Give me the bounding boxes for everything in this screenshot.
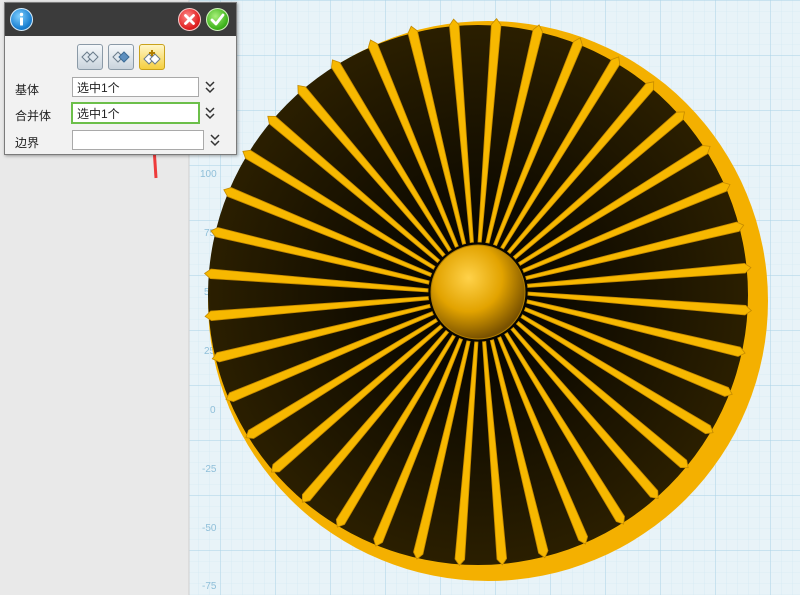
base-input[interactable] (72, 77, 199, 97)
base-label: 基体 (15, 83, 40, 97)
property-panel: 基体 合并体 边界 (4, 2, 237, 155)
checkmark-icon[interactable] (206, 8, 229, 31)
subtract-mode-icon (81, 51, 99, 63)
ruler-label: -25 (202, 464, 217, 475)
subtract-mode-button[interactable] (77, 44, 103, 70)
base-field-row: 基体 (5, 77, 236, 99)
chevron-down-icon[interactable] (204, 105, 216, 121)
fan-hub (430, 244, 526, 340)
merge-field-row: 合并体 (5, 102, 236, 125)
union-mode-icon (143, 50, 161, 65)
boundary-label: 边界 (15, 136, 40, 150)
ruler-label: -50 (202, 523, 217, 534)
boundary-field-row: 边界 (5, 130, 236, 152)
intersect-mode-icon (112, 51, 130, 63)
union-mode-button[interactable] (139, 44, 165, 70)
close-icon[interactable] (178, 8, 201, 31)
intersect-mode-button[interactable] (108, 44, 134, 70)
panel-titlebar (5, 3, 236, 36)
merge-input[interactable] (71, 102, 200, 124)
ruler-label: 100 (200, 169, 217, 180)
ruler-label: 0 (210, 405, 216, 416)
info-icon[interactable] (10, 8, 33, 31)
chevron-down-icon[interactable] (209, 132, 221, 148)
turbine-fan-model[interactable] (203, 17, 768, 581)
merge-label: 合并体 (15, 109, 52, 123)
ruler-label: -75 (202, 581, 217, 592)
chevron-down-icon[interactable] (204, 79, 216, 95)
boundary-input[interactable] (72, 130, 204, 150)
